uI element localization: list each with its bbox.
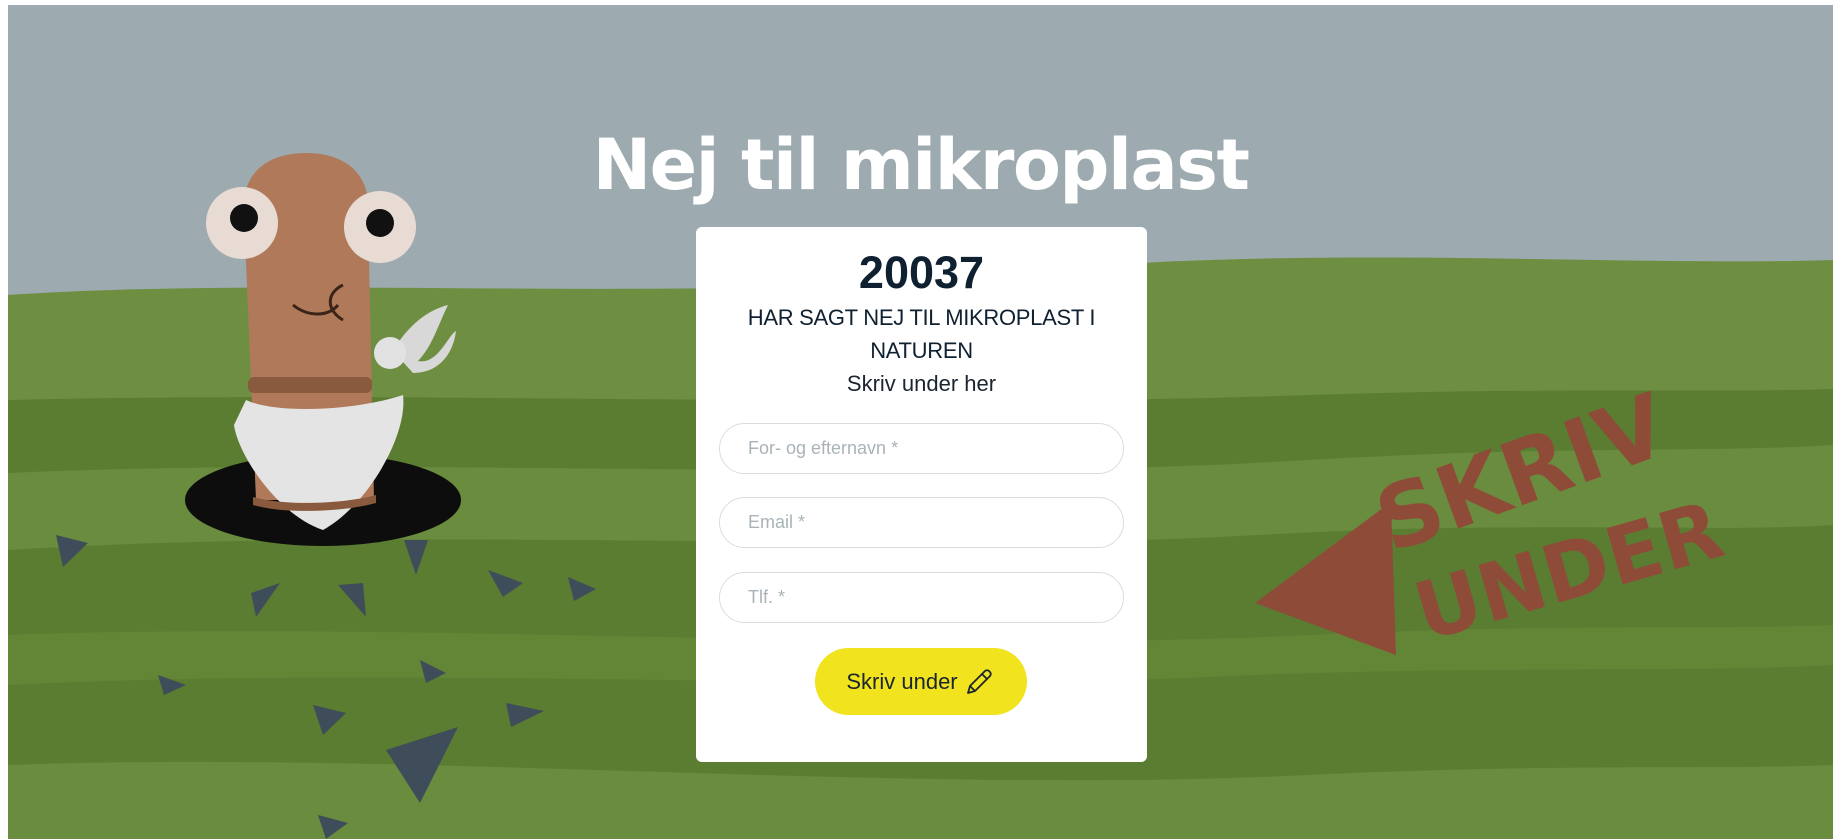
name-field[interactable]	[719, 423, 1124, 474]
signature-subtitle: HAR SAGT NEJ TIL MIKROPLAST I NATUREN	[747, 305, 1096, 363]
worm-pupil	[230, 204, 258, 232]
worm-ring	[248, 377, 372, 393]
pencil-icon	[966, 668, 992, 694]
bandana-knot	[374, 337, 406, 369]
signature-count: 20037	[858, 247, 985, 298]
email-field[interactable]	[719, 497, 1124, 548]
signup-prompt: Skriv under her	[846, 371, 997, 396]
page-title: Nej til mikroplast	[592, 124, 1250, 206]
signup-card: 20037 HAR SAGT NEJ TIL MIKROPLAST I NATU…	[696, 227, 1147, 762]
submit-button-label: Skriv under	[846, 668, 958, 694]
phone-field[interactable]	[719, 572, 1124, 623]
hero-section: SKRIV UNDER Nej til mikroplast 20037 HAR…	[8, 5, 1833, 839]
submit-button[interactable]: Skriv under	[815, 648, 1027, 715]
worm-pupil	[366, 209, 394, 237]
